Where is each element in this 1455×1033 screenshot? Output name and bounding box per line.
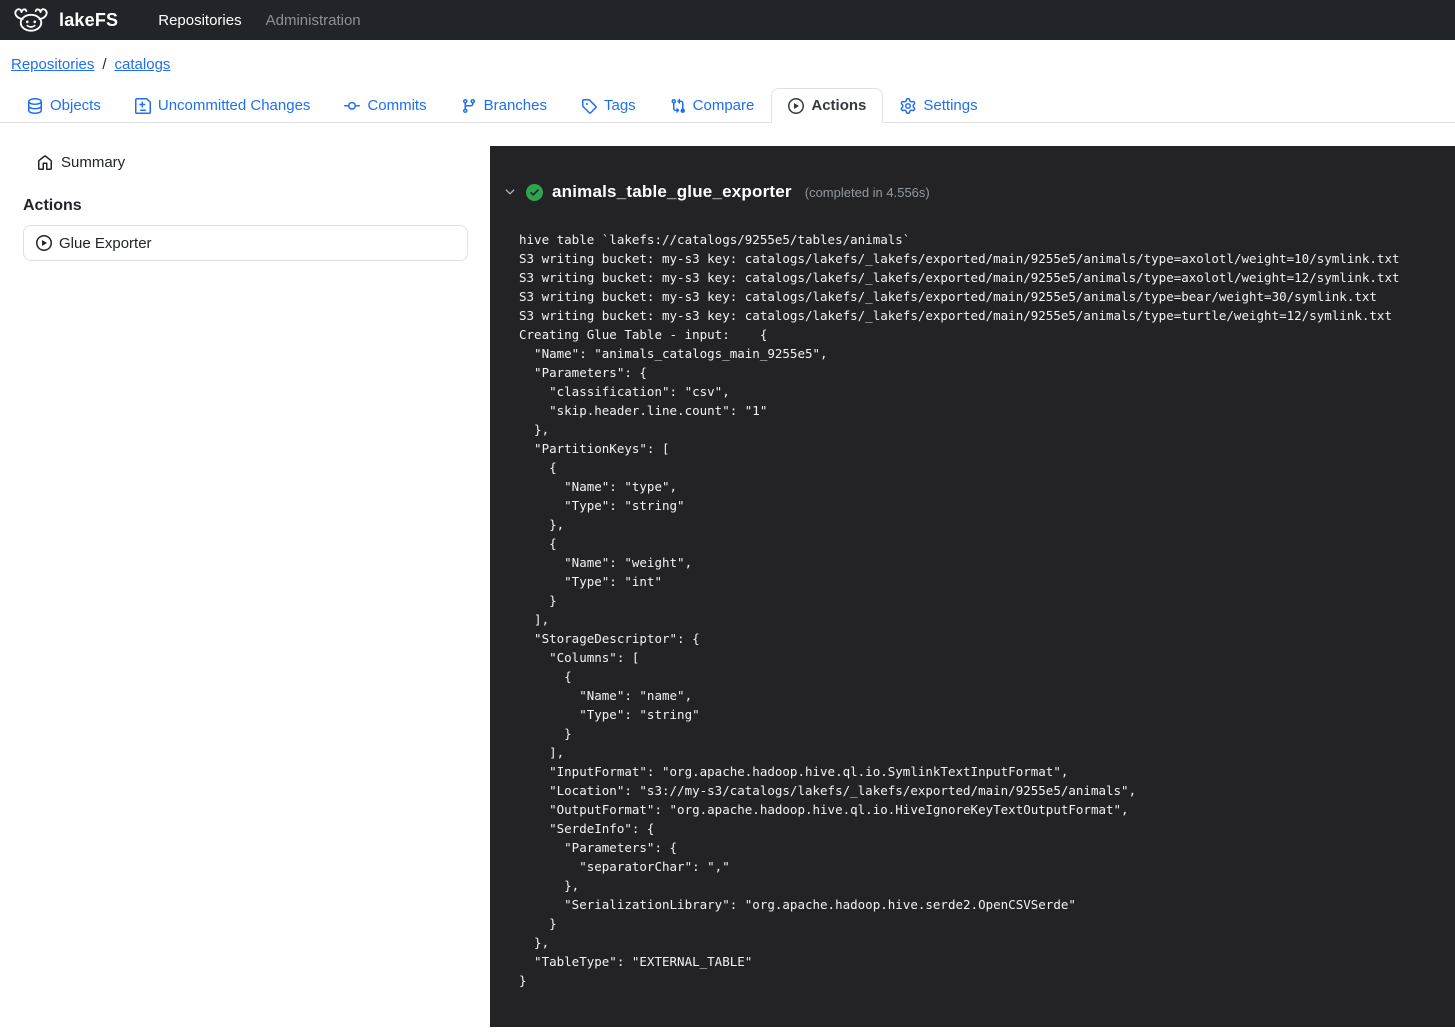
git-compare-icon xyxy=(670,98,686,114)
sidebar-section-title: Actions xyxy=(23,197,468,215)
home-icon xyxy=(37,155,53,171)
action-log-output: hive table `lakefs://catalogs/9255e5/tab… xyxy=(490,230,1455,1010)
tab-commits[interactable]: Commits xyxy=(327,88,443,123)
repo-tab-bar: Objects Uncommitted Changes Commits Bran… xyxy=(0,88,1455,123)
tab-label: Compare xyxy=(693,97,755,114)
nav-item-administration[interactable]: Administration xyxy=(256,12,371,29)
tab-label: Actions xyxy=(811,97,866,114)
play-circle-icon xyxy=(36,235,52,251)
sidebar-item-glue-exporter[interactable]: Glue Exporter xyxy=(23,225,468,261)
tab-tags[interactable]: Tags xyxy=(564,88,653,123)
tab-label: Tags xyxy=(604,97,636,114)
breadcrumb-repo-link[interactable]: catalogs xyxy=(115,56,171,73)
tag-icon xyxy=(581,98,597,114)
tab-label: Uncommitted Changes xyxy=(158,97,311,114)
top-navbar: lakeFS Repositories Administration xyxy=(0,0,1455,40)
tab-compare[interactable]: Compare xyxy=(653,88,772,123)
run-header: animals_table_glue_exporter (completed i… xyxy=(490,146,1455,202)
tab-uncommitted-changes[interactable]: Uncommitted Changes xyxy=(118,88,328,123)
tab-label: Settings xyxy=(923,97,977,114)
nav-item-repositories[interactable]: Repositories xyxy=(148,12,251,29)
action-hook-label: Glue Exporter xyxy=(59,235,152,252)
axolotl-logo-icon xyxy=(12,6,50,34)
chevron-down-icon[interactable] xyxy=(503,185,517,199)
git-commit-icon xyxy=(344,98,360,114)
actions-sidebar: Summary Actions Glue Exporter xyxy=(0,146,468,1027)
tab-actions[interactable]: Actions xyxy=(771,88,883,123)
navbar-menu: Repositories Administration xyxy=(148,12,370,29)
brand-name: lakeFS xyxy=(59,10,118,31)
actions-page-content: Summary Actions Glue Exporter animals_ta… xyxy=(0,146,1455,1027)
run-hook-name: animals_table_glue_exporter xyxy=(552,182,792,202)
action-run-panel: animals_table_glue_exporter (completed i… xyxy=(490,146,1455,1027)
tab-settings[interactable]: Settings xyxy=(883,88,994,123)
tab-label: Commits xyxy=(367,97,426,114)
check-circle-icon xyxy=(526,184,543,201)
play-circle-icon xyxy=(788,98,804,114)
sidebar-item-summary[interactable]: Summary xyxy=(23,154,468,171)
tab-label: Objects xyxy=(50,97,101,114)
git-branch-icon xyxy=(461,98,477,114)
run-duration-note: (completed in 4.556s) xyxy=(805,185,930,200)
breadcrumb: Repositories / catalogs xyxy=(11,56,1455,73)
breadcrumb-separator: / xyxy=(102,56,106,73)
file-diff-icon xyxy=(135,98,151,114)
tab-label: Branches xyxy=(484,97,547,114)
tab-branches[interactable]: Branches xyxy=(444,88,564,123)
tab-objects[interactable]: Objects xyxy=(10,88,118,123)
lakefs-brand[interactable]: lakeFS xyxy=(12,6,118,34)
database-icon xyxy=(27,98,43,114)
summary-label: Summary xyxy=(61,154,125,171)
gear-icon xyxy=(900,98,916,114)
breadcrumb-repositories-link[interactable]: Repositories xyxy=(11,56,94,73)
